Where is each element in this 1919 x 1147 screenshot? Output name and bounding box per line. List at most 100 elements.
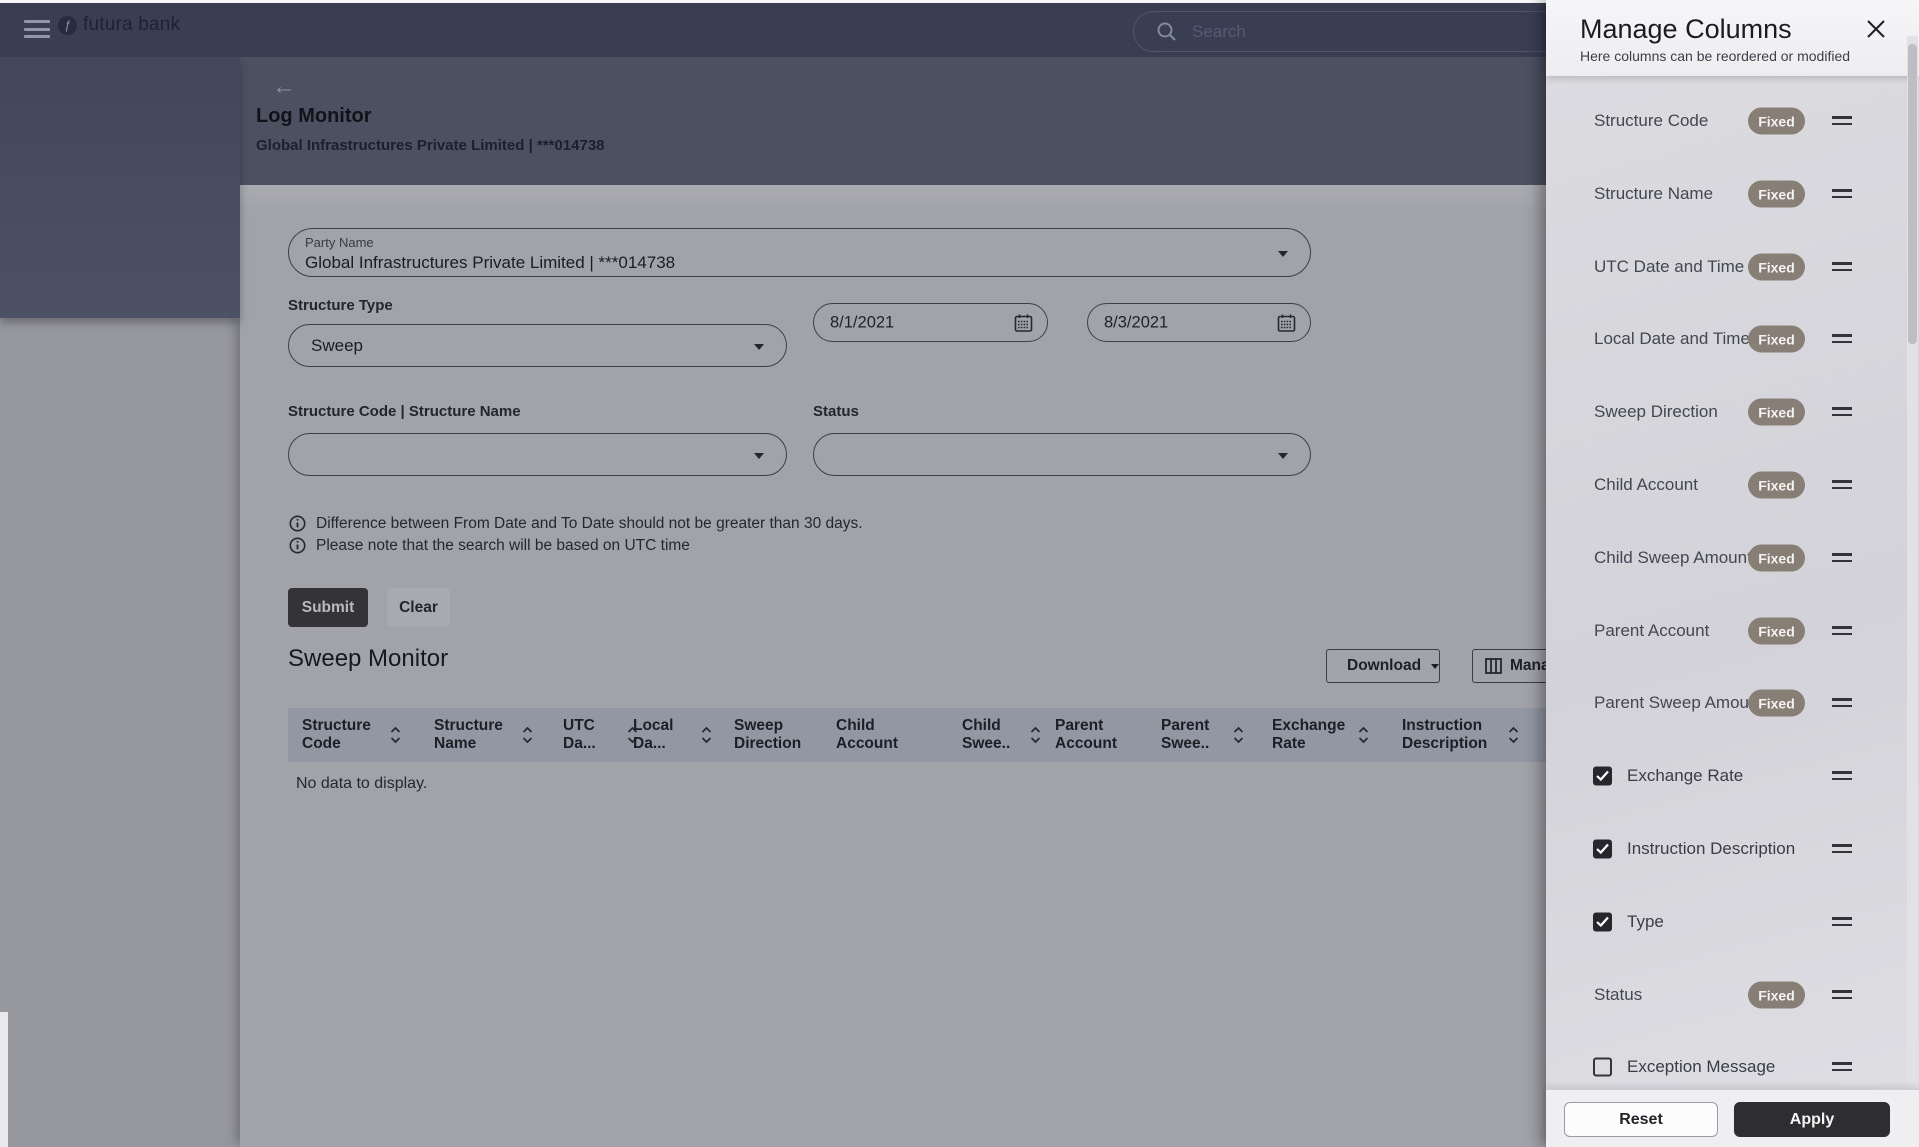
drag-handle-icon[interactable]: [1832, 407, 1852, 417]
column-item-child-account: Child Account Fixed: [1546, 449, 1919, 521]
column-checkbox[interactable]: [1593, 766, 1612, 786]
fixed-badge: Fixed: [1748, 981, 1805, 1009]
drag-handle-icon[interactable]: [1832, 480, 1852, 490]
column-item-label: Parent Account: [1594, 621, 1710, 640]
column-checkbox[interactable]: [1593, 912, 1612, 932]
clear-button[interactable]: Clear: [387, 588, 450, 627]
column-header[interactable]: UTC Da...: [563, 708, 641, 762]
column-header[interactable]: Parent Swee..: [1161, 708, 1247, 762]
status-label: Status: [813, 403, 859, 420]
column-item-local-date-and-time: Local Date and Time Fixed: [1546, 303, 1919, 375]
column-item-label: Exchange Rate: [1627, 766, 1744, 785]
chevron-down-icon: [1431, 663, 1440, 669]
panel-subtitle: Here columns can be reordered or modifie…: [1580, 48, 1851, 64]
sort-icon[interactable]: [1358, 726, 1369, 744]
column-header-label: Instruction Description: [1402, 717, 1488, 752]
column-checkbox[interactable]: [1593, 839, 1612, 859]
note-utc: Please note that the search will be base…: [289, 537, 690, 555]
column-item-exchange-rate: Exchange Rate: [1546, 740, 1919, 812]
column-header-label: Child Account: [836, 717, 898, 752]
fixed-badge: Fixed: [1748, 107, 1805, 135]
column-header-label: Child Swee..: [962, 717, 1011, 752]
close-icon[interactable]: [1865, 18, 1887, 40]
structure-code-name-select[interactable]: [288, 433, 787, 476]
fixed-badge: Fixed: [1748, 689, 1805, 717]
status-select[interactable]: [813, 433, 1311, 476]
party-name-value: Global Infrastructures Private Limited |…: [305, 253, 676, 272]
drag-handle-icon[interactable]: [1832, 917, 1852, 927]
menu-icon[interactable]: [24, 20, 50, 40]
sort-icon[interactable]: [1233, 726, 1244, 744]
sort-icon[interactable]: [522, 726, 533, 744]
drag-handle-icon[interactable]: [1832, 1062, 1852, 1072]
column-item-status: Status Fixed: [1546, 959, 1919, 1031]
column-item-label: Parent Sweep Amount: [1594, 693, 1764, 712]
column-header-label: Sweep Direction: [734, 717, 802, 752]
column-header-label: Parent Swee..: [1161, 717, 1210, 752]
drag-handle-icon[interactable]: [1832, 698, 1852, 708]
column-item-instruction-description: Instruction Description: [1546, 813, 1919, 885]
fixed-badge: Fixed: [1748, 325, 1805, 353]
fixed-badge: Fixed: [1748, 180, 1805, 208]
column-header[interactable]: Structure Code: [302, 708, 404, 762]
empty-table-message: No data to display.: [296, 775, 428, 792]
column-item-label: Local Date and Time: [1594, 329, 1750, 348]
panel-footer: Reset Apply: [1546, 1089, 1919, 1147]
scrollbar-thumb[interactable]: [1908, 44, 1917, 344]
column-item-parent-account: Parent Account Fixed: [1546, 595, 1919, 667]
drag-handle-icon[interactable]: [1832, 262, 1852, 272]
column-item-child-sweep-amount: Child Sweep Amount Fixed: [1546, 522, 1919, 594]
column-item-label: Sweep Direction: [1594, 402, 1718, 421]
structure-type-select[interactable]: Sweep: [288, 324, 787, 367]
drag-handle-icon[interactable]: [1832, 334, 1852, 344]
party-name-select[interactable]: Party Name Global Infrastructures Privat…: [288, 228, 1311, 277]
brand-logo[interactable]: ƒ futura bank: [58, 14, 180, 36]
column-item-label: Child Sweep Amount: [1594, 548, 1752, 567]
drag-handle-icon[interactable]: [1832, 844, 1852, 854]
column-header[interactable]: Child Swee..: [962, 708, 1044, 762]
structure-code-name-label: Structure Code | Structure Name: [288, 403, 521, 420]
from-date-input[interactable]: 8/1/2021: [813, 303, 1048, 342]
page-title: Log Monitor: [256, 105, 372, 127]
column-checkbox[interactable]: [1593, 1057, 1612, 1077]
drag-handle-icon[interactable]: [1832, 116, 1852, 126]
column-item-label: Structure Code: [1594, 111, 1709, 130]
apply-button[interactable]: Apply: [1734, 1102, 1890, 1137]
drag-handle-icon[interactable]: [1832, 553, 1852, 563]
info-icon: [289, 515, 306, 532]
note-text: Difference between From Date and To Date…: [316, 515, 863, 532]
drag-handle-icon[interactable]: [1832, 990, 1852, 1000]
left-edge-artifact: [0, 1012, 8, 1147]
column-header-label: Exchange Rate: [1272, 717, 1346, 752]
sort-icon[interactable]: [701, 726, 712, 744]
calendar-icon[interactable]: [1277, 313, 1296, 332]
column-header[interactable]: Structure Name: [434, 708, 536, 762]
drag-handle-icon[interactable]: [1832, 189, 1852, 199]
column-item-parent-sweep-amount: Parent Sweep Amount Fixed: [1546, 667, 1919, 739]
column-header[interactable]: Instruction Description: [1402, 708, 1522, 762]
brand-text: futura bank: [83, 14, 181, 35]
column-header[interactable]: Local Da...: [633, 708, 715, 762]
submit-button[interactable]: Submit: [288, 588, 368, 627]
sort-icon[interactable]: [1030, 726, 1041, 744]
back-arrow-icon[interactable]: ←: [272, 75, 296, 99]
structure-type-label: Structure Type: [288, 297, 393, 314]
calendar-icon[interactable]: [1014, 313, 1033, 332]
sort-icon[interactable]: [1508, 726, 1519, 744]
column-item-label: Child Account: [1594, 475, 1698, 494]
drag-handle-icon[interactable]: [1832, 626, 1852, 636]
column-item-label: Structure Name: [1594, 184, 1714, 203]
sort-icon[interactable]: [390, 726, 401, 744]
column-header[interactable]: Exchange Rate: [1272, 708, 1372, 762]
panel-scrollbar[interactable]: [1907, 36, 1918, 1147]
fixed-badge: Fixed: [1748, 471, 1805, 499]
reset-button[interactable]: Reset: [1564, 1102, 1718, 1137]
from-date-value: 8/1/2021: [830, 313, 895, 331]
download-button[interactable]: Download: [1326, 649, 1440, 683]
panel-title: Manage Columns: [1580, 14, 1792, 44]
drag-handle-icon[interactable]: [1832, 771, 1852, 781]
column-item-label: UTC Date and Time: [1594, 257, 1745, 276]
info-icon: [289, 537, 306, 554]
to-date-input[interactable]: 8/3/2021: [1087, 303, 1311, 342]
column-item-utc-date-and-time: UTC Date and Time Fixed: [1546, 231, 1919, 303]
